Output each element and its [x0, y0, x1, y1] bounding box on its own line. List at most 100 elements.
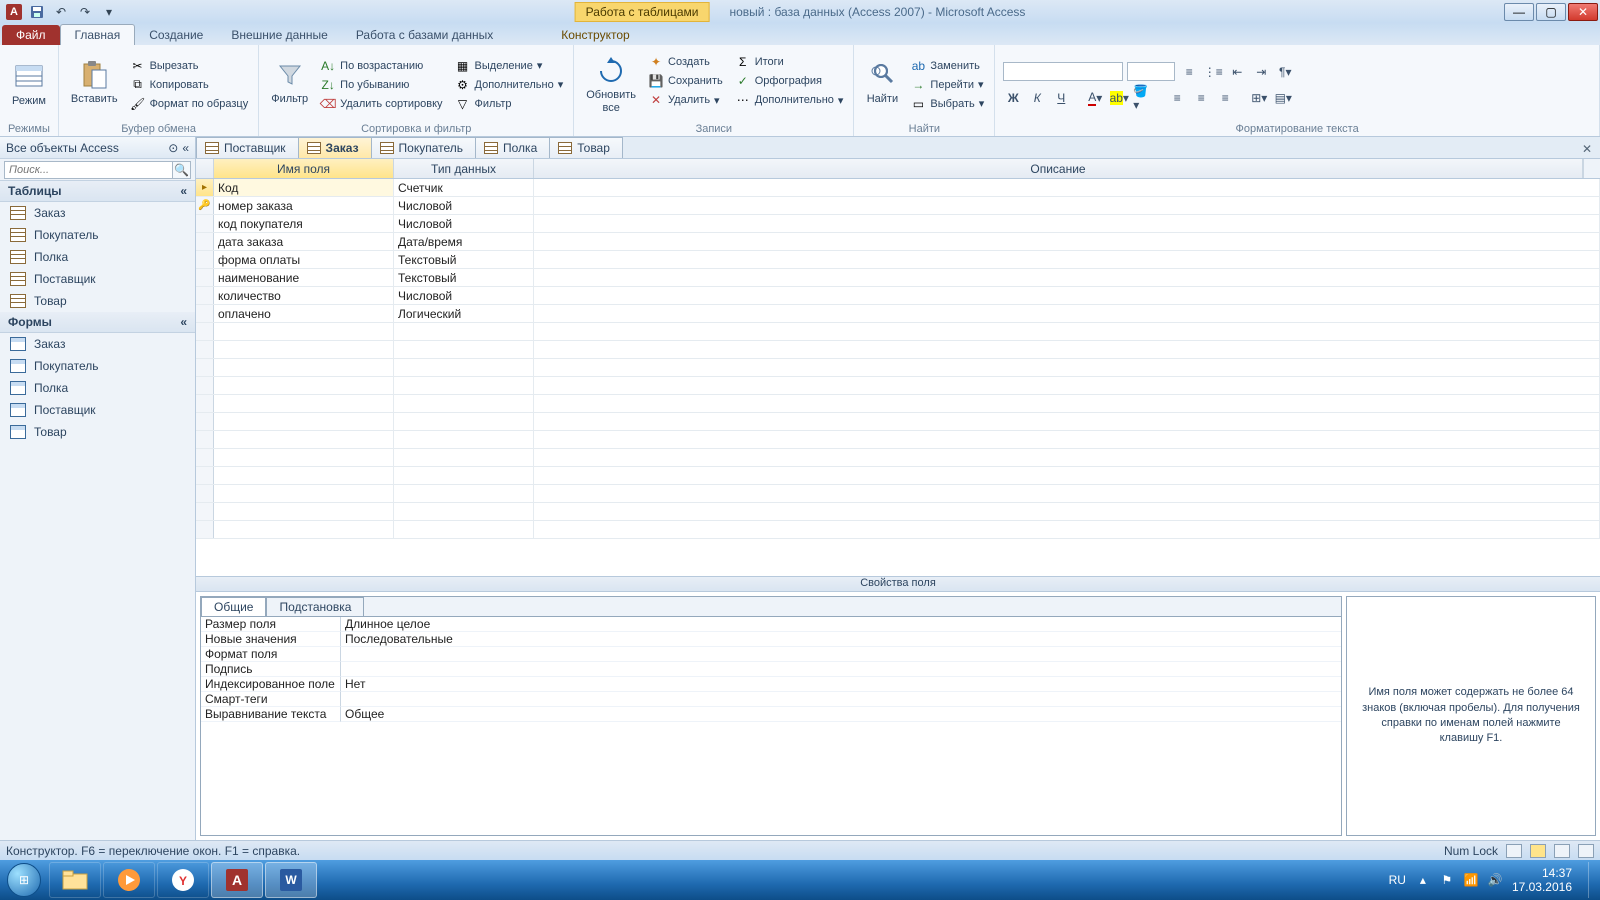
navitem-form[interactable]: Заказ [0, 333, 195, 355]
save-record-button[interactable]: 💾Сохранить [646, 72, 725, 90]
view-datasheet-icon[interactable] [1506, 844, 1522, 858]
cell-description[interactable] [534, 287, 1600, 304]
row-selector[interactable] [196, 323, 214, 340]
cell-fieldname[interactable] [214, 485, 394, 502]
tray-flag-icon[interactable]: ⚑ [1440, 873, 1454, 887]
maximize-button[interactable]: ▢ [1536, 3, 1566, 21]
cut-button[interactable]: ✂Вырезать [128, 57, 251, 75]
search-input[interactable] [4, 161, 173, 179]
cell-description[interactable] [534, 197, 1600, 214]
navitem-table[interactable]: Поставщик [0, 268, 195, 290]
row-selector[interactable] [196, 305, 214, 322]
cell-datatype[interactable]: Счетчик [394, 179, 534, 196]
navitem-table[interactable]: Товар [0, 290, 195, 312]
cell-description[interactable] [534, 269, 1600, 286]
property-value[interactable]: Нет [341, 677, 1341, 692]
field-row[interactable]: дата заказаДата/время [196, 233, 1600, 251]
row-selector[interactable] [196, 485, 214, 502]
property-row[interactable]: Размер поляДлинное целое [201, 617, 1341, 632]
gridlines-icon[interactable]: ⊞▾ [1249, 88, 1269, 108]
italic-icon[interactable]: К [1027, 88, 1047, 108]
column-header-fieldname[interactable]: Имя поля [214, 159, 394, 178]
doctab[interactable]: Заказ [298, 137, 372, 158]
ribbon-tab-design[interactable]: Конструктор [547, 25, 643, 45]
property-row[interactable]: Выравнивание текстаОбщее [201, 707, 1341, 722]
cell-fieldname[interactable] [214, 377, 394, 394]
row-selector[interactable] [196, 233, 214, 250]
field-row[interactable] [196, 485, 1600, 503]
selection-button[interactable]: ▦Выделение ▾ [453, 57, 566, 75]
more-records-button[interactable]: ⋯Дополнительно ▾ [733, 91, 846, 109]
property-value[interactable] [341, 647, 1341, 662]
property-value[interactable] [341, 662, 1341, 677]
show-desktop-button[interactable] [1588, 862, 1596, 898]
navpane-dropdown-icon[interactable]: ⊙ [168, 141, 178, 155]
row-selector[interactable] [196, 467, 214, 484]
view-other-icon[interactable] [1578, 844, 1594, 858]
indent-dec-icon[interactable]: ⇤ [1227, 62, 1247, 82]
format-painter-button[interactable]: 🖌Формат по образцу [128, 95, 251, 113]
cell-datatype[interactable] [394, 359, 534, 376]
navpane-header[interactable]: Все объекты Access ⊙« [0, 137, 195, 159]
row-selector[interactable] [196, 359, 214, 376]
row-selector[interactable] [196, 395, 214, 412]
cell-datatype[interactable] [394, 323, 534, 340]
goto-button[interactable]: →Перейти ▾ [908, 76, 986, 94]
minimize-button[interactable]: — [1504, 3, 1534, 21]
refresh-button[interactable]: Обновить все [582, 53, 640, 115]
column-header-datatype[interactable]: Тип данных [394, 159, 534, 178]
field-row[interactable] [196, 449, 1600, 467]
property-row[interactable]: Формат поля [201, 647, 1341, 662]
qat-save-icon[interactable] [28, 3, 46, 21]
cell-description[interactable] [534, 341, 1600, 358]
cell-description[interactable] [534, 395, 1600, 412]
cell-description[interactable] [534, 467, 1600, 484]
qat-undo-icon[interactable]: ↶ [52, 3, 70, 21]
ribbon-tab-dbtools[interactable]: Работа с базами данных [342, 25, 507, 45]
cell-datatype[interactable]: Числовой [394, 197, 534, 214]
sort-asc-button[interactable]: A↓По возрастанию [318, 57, 444, 75]
cell-fieldname[interactable] [214, 341, 394, 358]
align-left-icon[interactable]: ≡ [1167, 88, 1187, 108]
cell-fieldname[interactable]: оплачено [214, 305, 394, 322]
field-row[interactable] [196, 413, 1600, 431]
taskbar-mediaplayer-icon[interactable] [103, 862, 155, 898]
align-center-icon[interactable]: ≡ [1191, 88, 1211, 108]
row-selector-header[interactable] [196, 159, 214, 178]
cell-datatype[interactable]: Текстовый [394, 251, 534, 268]
field-row[interactable] [196, 503, 1600, 521]
bold-icon[interactable]: Ж [1003, 88, 1023, 108]
navitem-table[interactable]: Покупатель [0, 224, 195, 246]
navitem-form[interactable]: Покупатель [0, 355, 195, 377]
cell-description[interactable] [534, 179, 1600, 196]
doctab[interactable]: Поставщик [196, 137, 299, 158]
property-value[interactable] [341, 692, 1341, 707]
taskbar-word-icon[interactable]: W [265, 862, 317, 898]
cell-datatype[interactable] [394, 521, 534, 538]
filter-button[interactable]: Фильтр [267, 57, 312, 113]
cell-datatype[interactable] [394, 413, 534, 430]
cell-description[interactable] [534, 503, 1600, 520]
property-row[interactable]: Индексированное полеНет [201, 677, 1341, 692]
field-row[interactable]: наименованиеТекстовый [196, 269, 1600, 287]
highlight-icon[interactable]: ab▾ [1109, 88, 1129, 108]
spelling-button[interactable]: ✓Орфография [733, 72, 846, 90]
cell-fieldname[interactable] [214, 395, 394, 412]
cell-description[interactable] [534, 323, 1600, 340]
view-button[interactable]: Режим [8, 59, 50, 109]
cell-fieldname[interactable]: количество [214, 287, 394, 304]
cell-description[interactable] [534, 251, 1600, 268]
field-row[interactable]: количествоЧисловой [196, 287, 1600, 305]
cell-description[interactable] [534, 305, 1600, 322]
navitem-form[interactable]: Полка [0, 377, 195, 399]
tray-network-icon[interactable]: 📶 [1464, 873, 1478, 887]
cell-description[interactable] [534, 377, 1600, 394]
column-header-description[interactable]: Описание [534, 159, 1583, 178]
text-direction-icon[interactable]: ¶▾ [1275, 62, 1295, 82]
delete-record-button[interactable]: ✕Удалить ▾ [646, 91, 725, 109]
navitem-form[interactable]: Товар [0, 421, 195, 443]
taskbar-yandex-icon[interactable]: Y [157, 862, 209, 898]
property-row[interactable]: Подпись [201, 662, 1341, 677]
view-sql-icon[interactable] [1554, 844, 1570, 858]
find-button[interactable]: Найти [862, 57, 902, 113]
